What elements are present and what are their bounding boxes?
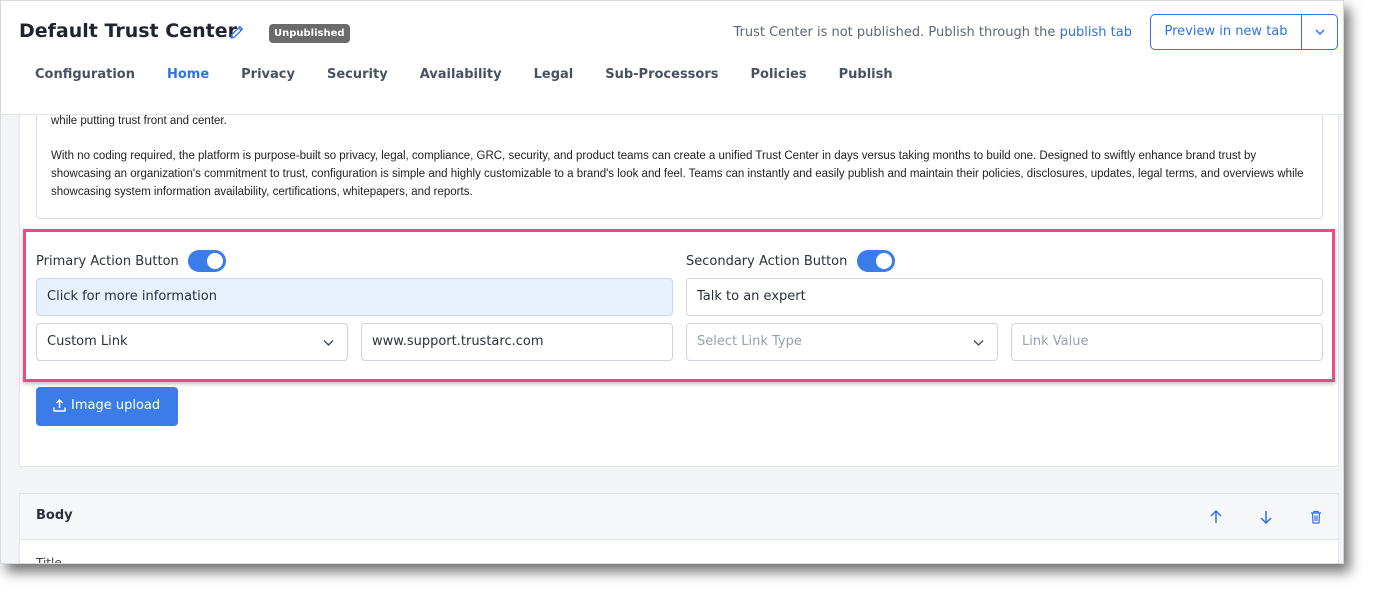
preview-dropdown-button[interactable] <box>1302 15 1337 49</box>
tab-bar: Configuration Home Privacy Security Avai… <box>19 66 909 86</box>
page-header: Default Trust Center Unpublished Trust C… <box>1 1 1343 115</box>
preview-button-group: Preview in new tab <box>1150 14 1338 50</box>
highlight-box <box>23 229 1335 382</box>
trash-icon[interactable] <box>1308 509 1324 525</box>
tab-configuration[interactable]: Configuration <box>19 66 151 86</box>
description-line: while putting trust front and center. <box>51 115 227 127</box>
publish-notice-text: Trust Center is not published. Publish t… <box>733 25 1056 40</box>
page-title: Default Trust Center <box>19 20 237 42</box>
arrow-down-icon[interactable] <box>1258 509 1274 525</box>
tab-publish[interactable]: Publish <box>823 66 909 86</box>
publish-tab-link[interactable]: publish tab <box>1060 25 1132 40</box>
body-section-card: Body Title <box>19 493 1339 564</box>
tab-sub-processors[interactable]: Sub-Processors <box>589 66 734 86</box>
app-window: Default Trust Center Unpublished Trust C… <box>0 0 1344 564</box>
tab-home[interactable]: Home <box>151 66 225 86</box>
tab-policies[interactable]: Policies <box>735 66 823 86</box>
title-field-label: Title <box>36 556 62 564</box>
image-upload-label: Image upload <box>71 398 161 413</box>
tab-security[interactable]: Security <box>311 66 404 86</box>
upload-icon <box>53 399 66 412</box>
pencil-icon[interactable] <box>229 24 245 40</box>
arrow-up-icon[interactable] <box>1208 509 1224 525</box>
tab-legal[interactable]: Legal <box>518 66 590 86</box>
publish-notice: Trust Center is not published. Publish t… <box>733 25 1132 40</box>
description-paragraph: With no coding required, the platform is… <box>51 150 1304 198</box>
tab-privacy[interactable]: Privacy <box>225 66 311 86</box>
preview-button[interactable]: Preview in new tab <box>1151 15 1301 49</box>
description-textarea[interactable]: while putting trust front and center. Wi… <box>36 115 1323 219</box>
status-badge: Unpublished <box>269 24 350 43</box>
body-section-header: Body <box>20 494 1338 540</box>
image-upload-button[interactable]: Image upload <box>36 387 178 426</box>
tab-availability[interactable]: Availability <box>404 66 518 86</box>
body-section-title: Body <box>36 508 73 523</box>
chevron-down-icon <box>1315 29 1325 36</box>
